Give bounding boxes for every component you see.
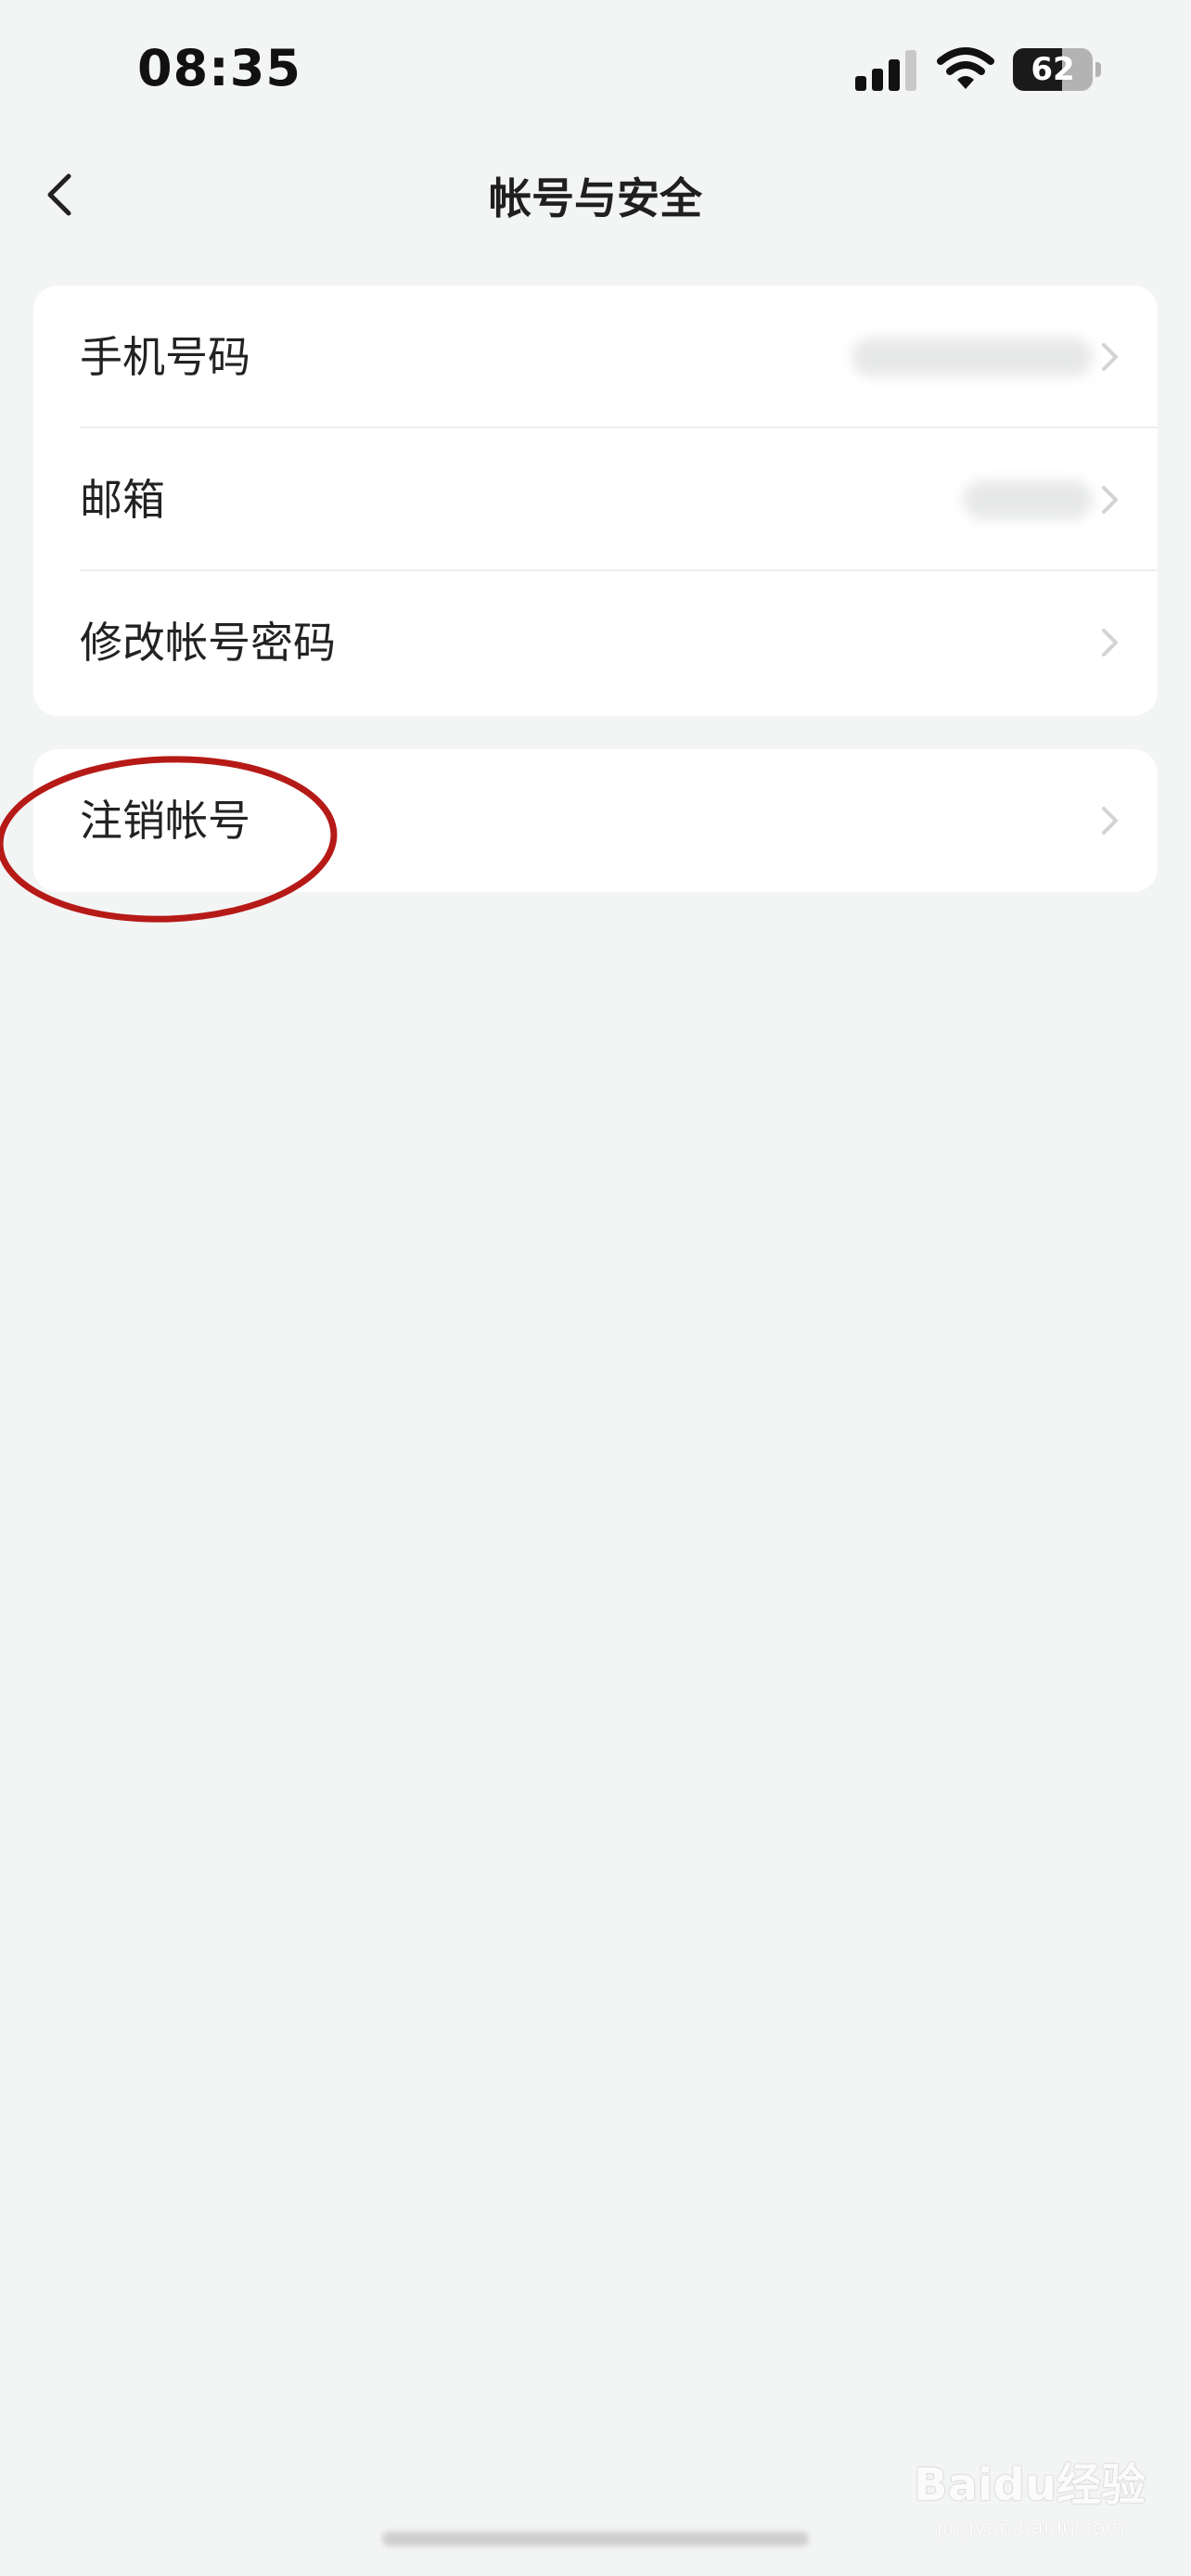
highlight-ellipse bbox=[0, 756, 338, 923]
account-security-screen: 08:35 62 帐号与安全 手机号码 邮箱 修改帐号密码 注销帐号 Baidu… bbox=[0, 0, 1191, 2576]
settings-row-label: 邮箱 bbox=[80, 475, 165, 525]
page-title: 帐号与安全 bbox=[489, 173, 702, 223]
settings-row-label: 修改帐号密码 bbox=[80, 618, 336, 668]
battery-body: 62 bbox=[1013, 48, 1093, 91]
email-value-redacted bbox=[963, 480, 1093, 519]
battery-tip bbox=[1095, 62, 1101, 77]
wifi-icon bbox=[937, 47, 994, 89]
phone-value-redacted bbox=[852, 338, 1093, 376]
battery-icon: 62 bbox=[1013, 48, 1102, 91]
chevron-right-icon bbox=[1102, 807, 1118, 835]
signal-icon bbox=[855, 50, 916, 91]
nav-bar: 帐号与安全 bbox=[0, 139, 1191, 250]
settings-row-change-password[interactable]: 修改帐号密码 bbox=[33, 571, 1158, 714]
settings-row-phone[interactable]: 手机号码 bbox=[33, 286, 1158, 428]
watermark-url: jingyan.baidu.com bbox=[937, 2517, 1126, 2540]
home-indicator bbox=[382, 2531, 809, 2546]
account-settings-card: 手机号码 邮箱 修改帐号密码 bbox=[33, 286, 1158, 716]
chevron-right-icon bbox=[1102, 629, 1118, 657]
settings-row-label: 手机号码 bbox=[80, 332, 250, 382]
chevron-right-icon bbox=[1102, 486, 1118, 514]
settings-row-email[interactable]: 邮箱 bbox=[33, 428, 1158, 571]
status-bar: 08:35 62 bbox=[0, 0, 1191, 139]
status-time: 08:35 bbox=[137, 39, 301, 97]
chevron-right-icon bbox=[1102, 343, 1118, 371]
watermark: Baidu经验 bbox=[914, 2459, 1146, 2511]
battery-level: 62 bbox=[1031, 51, 1075, 88]
